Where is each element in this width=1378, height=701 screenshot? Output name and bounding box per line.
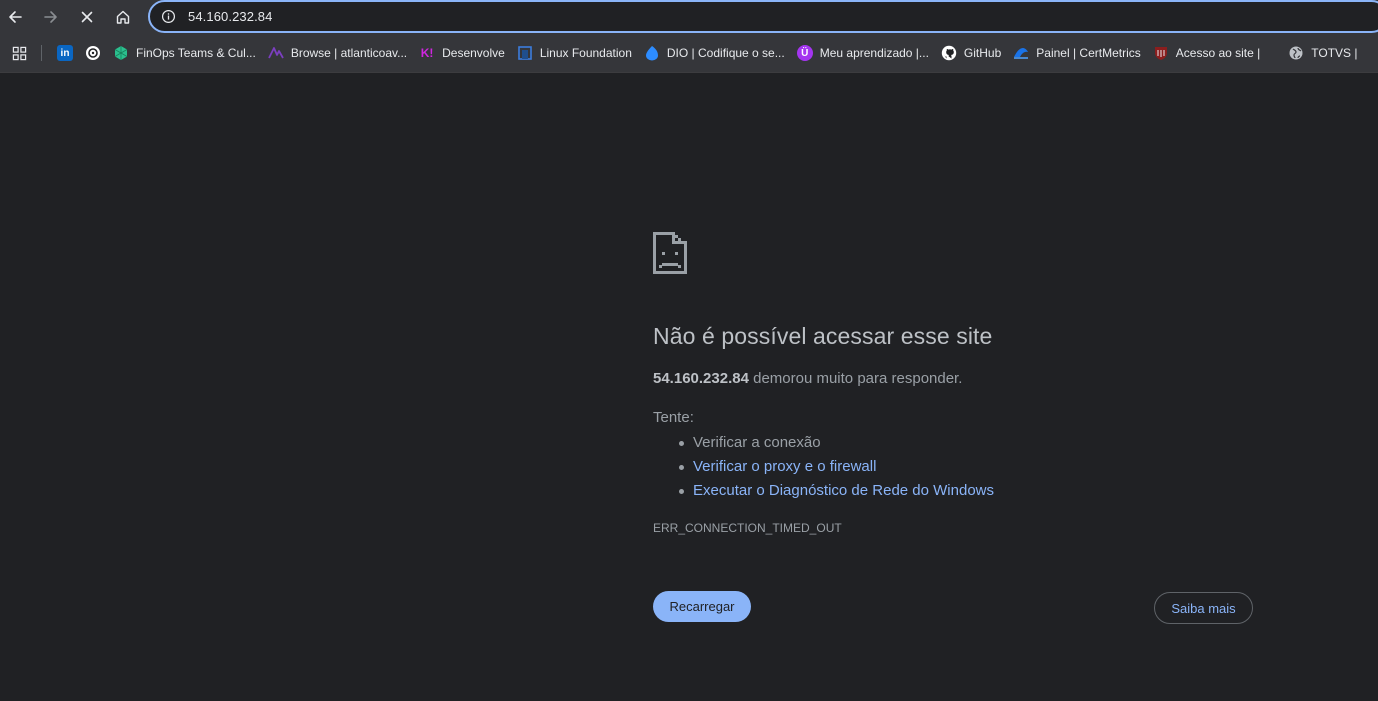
bookmark-label: Acesso ao site | — [1175, 46, 1261, 60]
github-icon — [941, 45, 957, 61]
home-button[interactable] — [109, 3, 137, 31]
bookmark-label: Linux Foundation — [539, 46, 632, 60]
address-bar[interactable]: 54.160.232.84 — [148, 0, 1378, 33]
bookmarks-bar: in FinOps Teams & Cul... Browse | atlant… — [0, 34, 1378, 73]
bookmarks-separator — [41, 45, 42, 61]
arrow-left-icon — [9, 11, 22, 23]
info-icon[interactable] — [160, 9, 176, 25]
udemy-icon: Ü — [796, 45, 813, 61]
linux-foundation-icon — [517, 45, 533, 61]
learn-more-button[interactable]: Saiba mais — [1154, 592, 1253, 624]
bookmark-desenvolve[interactable]: K! Desenvolve — [413, 39, 511, 67]
bookmark-label: FinOps Teams & Cul... — [136, 46, 256, 60]
bookmark-linux-foundation[interactable]: Linux Foundation — [511, 39, 638, 67]
stop-button[interactable] — [73, 3, 101, 31]
bookmark-label: Browse | atlanticoav... — [290, 46, 408, 60]
bookmark-acesso[interactable]: Acesso ao site | — [1147, 39, 1267, 67]
error-title: Não é possível acessar esse site — [653, 323, 993, 349]
bookmark-totvs[interactable]: TOTVS | — [1282, 39, 1363, 67]
forward-button[interactable] — [37, 3, 65, 31]
error-code: ERR_CONNECTION_TIMED_OUT — [653, 521, 842, 535]
close-icon — [81, 11, 93, 23]
bookmark-chatgpt[interactable] — [79, 39, 107, 67]
desenvolve-icon: K! — [420, 46, 434, 60]
suggestion-check-connection: Verificar a conexão — [677, 431, 994, 455]
bookmark-label: TOTVS | — [1311, 46, 1358, 60]
linkedin-icon: in — [57, 45, 73, 61]
bookmark-linkedin[interactable]: in — [55, 39, 79, 67]
browser-toolbar: 54.160.232.84 — [0, 0, 1378, 34]
apps-grid-icon[interactable] — [11, 45, 27, 61]
bookmark-label: DIO | Codifique o se... — [666, 46, 785, 60]
url-text[interactable]: 54.160.232.84 — [188, 9, 272, 24]
bookmark-label: GitHub — [963, 46, 1002, 60]
suggestions-list: Verificar a conexão Verificar o proxy e … — [677, 431, 994, 503]
error-host: 54.160.232.84 — [653, 370, 749, 387]
chatgpt-icon — [85, 45, 101, 61]
finops-icon — [113, 45, 129, 61]
home-icon — [116, 10, 130, 24]
globe-icon — [1288, 45, 1304, 61]
atlantico-icon — [268, 45, 284, 61]
suggestion-check-proxy-link[interactable]: Verificar o proxy e o firewall — [677, 455, 994, 479]
bookmark-label: Meu aprendizado |... — [819, 46, 929, 60]
dio-icon — [644, 45, 660, 61]
suggestion-run-diagnostics-link[interactable]: Executar o Diagnóstico de Rede do Window… — [677, 479, 994, 503]
bookmark-dio[interactable]: DIO | Codifique o se... — [638, 39, 791, 67]
bookmark-certmetrics[interactable]: Painel | CertMetrics — [1007, 39, 1146, 67]
bookmark-label: Desenvolve — [442, 46, 505, 60]
try-label: Tente: — [653, 409, 694, 426]
back-button[interactable] — [1, 3, 29, 31]
bookmark-github[interactable]: GitHub — [935, 39, 1007, 67]
error-description: 54.160.232.84 demorou muito para respond… — [653, 370, 962, 387]
certmetrics-icon — [1013, 45, 1029, 61]
shield-icon — [1153, 45, 1169, 61]
bookmark-atlantico[interactable]: Browse | atlanticoav... — [262, 39, 413, 67]
bookmark-finops[interactable]: FinOps Teams & Cul... — [107, 39, 262, 67]
error-page: Não é possível acessar esse site 54.160.… — [0, 74, 1378, 701]
bookmark-label: Painel | CertMetrics — [1036, 46, 1141, 60]
error-message: demorou muito para responder. — [748, 370, 963, 387]
reload-button[interactable]: Recarregar — [653, 591, 751, 622]
arrow-right-icon — [44, 11, 57, 23]
bookmark-udemy[interactable]: Ü Meu aprendizado |... — [791, 39, 935, 67]
sad-page-icon — [653, 232, 687, 274]
